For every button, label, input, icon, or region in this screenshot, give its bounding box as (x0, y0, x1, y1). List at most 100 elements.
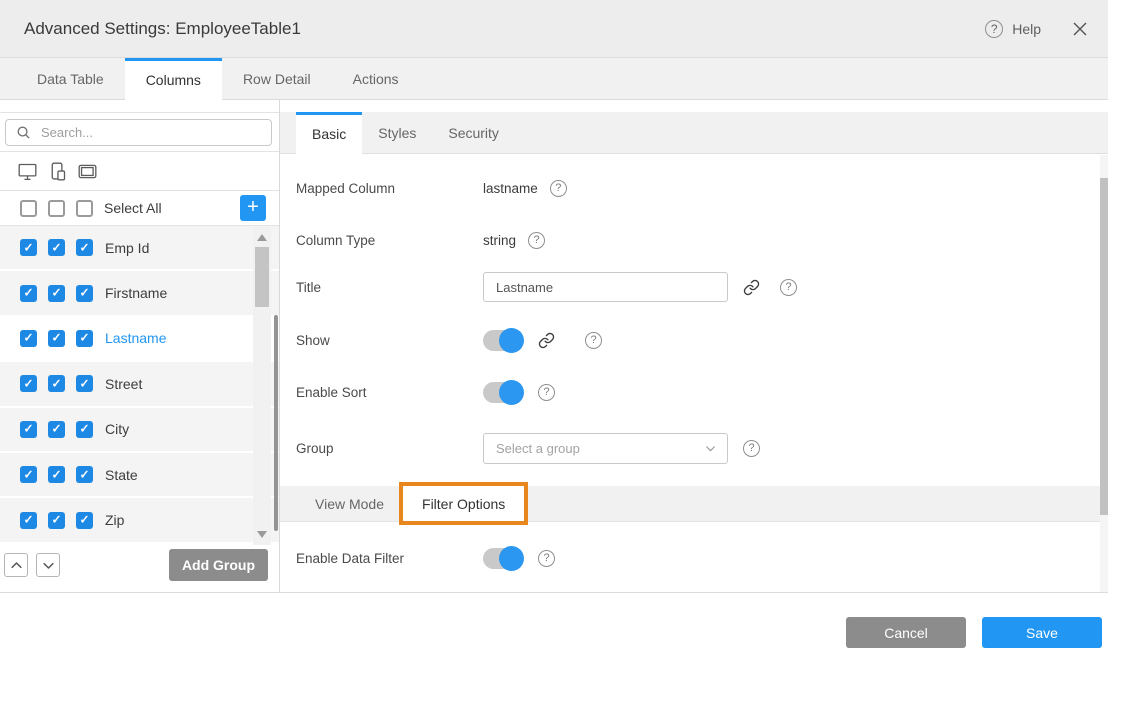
column-checkbox-desktop[interactable] (20, 330, 37, 347)
device-toggle-row (0, 152, 279, 191)
column-checkbox-desktop[interactable] (20, 512, 37, 529)
show-help-icon[interactable]: ? (585, 332, 602, 349)
tab-styles[interactable]: Styles (362, 112, 432, 153)
add-group-button[interactable]: Add Group (169, 549, 268, 581)
column-checkbox-tablet[interactable] (76, 512, 93, 529)
column-checkbox-phone[interactable] (48, 239, 65, 256)
help-icon[interactable]: ? (985, 20, 1003, 38)
column-checkbox-tablet[interactable] (76, 239, 93, 256)
column-type-label: Column Type (296, 233, 483, 248)
column-checkbox-phone[interactable] (48, 285, 65, 302)
column-checkbox-desktop[interactable] (20, 421, 37, 438)
enable-sort-help-icon[interactable]: ? (538, 384, 555, 401)
column-checkbox-phone[interactable] (48, 421, 65, 438)
show-link-icon[interactable] (538, 332, 555, 349)
column-row[interactable]: Zip (0, 498, 279, 543)
enable-data-filter-toggle[interactable] (483, 548, 523, 569)
move-down-button[interactable] (36, 553, 60, 577)
column-row[interactable]: Street (0, 362, 279, 407)
close-icon[interactable] (1072, 21, 1088, 37)
tab-view-mode[interactable]: View Mode (296, 486, 403, 521)
save-button[interactable]: Save (982, 617, 1102, 648)
column-checkbox-tablet[interactable] (76, 375, 93, 392)
column-checkbox-desktop[interactable] (20, 285, 37, 302)
column-checkbox-tablet[interactable] (76, 466, 93, 483)
tablet-icon[interactable] (77, 161, 98, 182)
tab-security[interactable]: Security (432, 112, 515, 153)
main-tabbar: Data Table Columns Row Detail Actions (0, 58, 1108, 100)
column-checkbox-tablet[interactable] (76, 421, 93, 438)
settings-tabbar: Basic Styles Security (280, 112, 1108, 154)
show-row: Show ? (296, 326, 1108, 354)
select-all-checkbox-desktop[interactable] (20, 200, 37, 217)
column-type-value: string (483, 233, 516, 248)
column-checkbox-tablet[interactable] (76, 330, 93, 347)
enable-sort-toggle[interactable] (483, 382, 523, 403)
show-toggle[interactable] (483, 330, 523, 351)
scroll-down-icon[interactable] (257, 531, 267, 538)
advanced-settings-dialog: Advanced Settings: EmployeeTable1 ? Help… (0, 0, 1108, 717)
column-label: State (105, 467, 138, 483)
column-row[interactable]: Firstname (0, 271, 279, 316)
column-checkbox-phone[interactable] (48, 512, 65, 529)
help-button[interactable]: Help (1012, 21, 1041, 37)
column-checkbox-phone[interactable] (48, 375, 65, 392)
enable-sort-label: Enable Sort (296, 385, 483, 400)
group-row: Group Select a group ? (296, 432, 1108, 464)
column-checkbox-desktop[interactable] (20, 466, 37, 483)
tab-filter-options[interactable]: Filter Options (403, 486, 524, 521)
title-help-icon[interactable]: ? (780, 279, 797, 296)
column-label: Firstname (105, 285, 167, 301)
column-settings-panel: Basic Styles Security Mapped Column last… (280, 100, 1108, 592)
group-select[interactable]: Select a group (483, 433, 728, 464)
enable-sort-row: Enable Sort ? (296, 378, 1108, 406)
group-help-icon[interactable]: ? (743, 440, 760, 457)
sidebar-pane-scrollbar-thumb[interactable] (274, 315, 278, 531)
search-box[interactable] (5, 119, 272, 146)
enable-data-filter-row: Enable Data Filter ? (296, 544, 1108, 572)
column-label: City (105, 421, 129, 437)
cancel-button[interactable]: Cancel (846, 617, 966, 648)
main-scrollbar-thumb[interactable] (1100, 178, 1108, 515)
select-all-checkbox-tablet[interactable] (76, 200, 93, 217)
column-row[interactable]: City (0, 408, 279, 453)
title-label: Title (296, 280, 483, 295)
phone-icon[interactable] (47, 161, 68, 182)
tab-row-detail[interactable]: Row Detail (222, 58, 332, 99)
basic-settings-form: Mapped Column lastname ? Column Type str… (280, 170, 1108, 464)
enable-data-filter-help-icon[interactable]: ? (538, 550, 555, 567)
column-checkbox-desktop[interactable] (20, 239, 37, 256)
column-checkbox-tablet[interactable] (76, 285, 93, 302)
column-type-help-icon[interactable]: ? (528, 232, 545, 249)
sidebar-scrollbar-thumb[interactable] (255, 247, 269, 307)
search-section (0, 112, 279, 152)
show-label: Show (296, 333, 483, 348)
select-all-row: Select All + (0, 191, 279, 226)
columns-sidebar: Select All + Emp Id Firstname Lastname S… (0, 100, 280, 592)
column-checkbox-phone[interactable] (48, 330, 65, 347)
title-input[interactable] (483, 272, 728, 302)
tab-actions[interactable]: Actions (332, 58, 420, 99)
tab-data-table[interactable]: Data Table (16, 58, 125, 99)
tab-basic[interactable]: Basic (296, 112, 362, 154)
scroll-up-icon[interactable] (257, 234, 267, 241)
mapped-column-help-icon[interactable]: ? (550, 180, 567, 197)
column-row[interactable]: State (0, 453, 279, 498)
dialog-header: Advanced Settings: EmployeeTable1 ? Help (0, 0, 1108, 58)
column-checkbox-desktop[interactable] (20, 375, 37, 392)
desktop-icon[interactable] (17, 161, 38, 182)
main-scrollbar[interactable] (1100, 155, 1108, 592)
column-type-row: Column Type string ? (296, 222, 1108, 258)
search-input[interactable] (39, 124, 261, 141)
tab-columns[interactable]: Columns (125, 58, 222, 100)
sidebar-scrollbar[interactable] (253, 227, 271, 545)
add-column-button[interactable]: + (240, 195, 266, 221)
move-up-button[interactable] (4, 553, 28, 577)
column-row[interactable]: Lastname (0, 317, 279, 362)
column-checkbox-phone[interactable] (48, 466, 65, 483)
search-icon (16, 125, 31, 140)
column-row[interactable]: Emp Id (0, 226, 279, 271)
column-label: Emp Id (105, 240, 149, 256)
title-link-icon[interactable] (743, 279, 760, 296)
select-all-checkbox-phone[interactable] (48, 200, 65, 217)
